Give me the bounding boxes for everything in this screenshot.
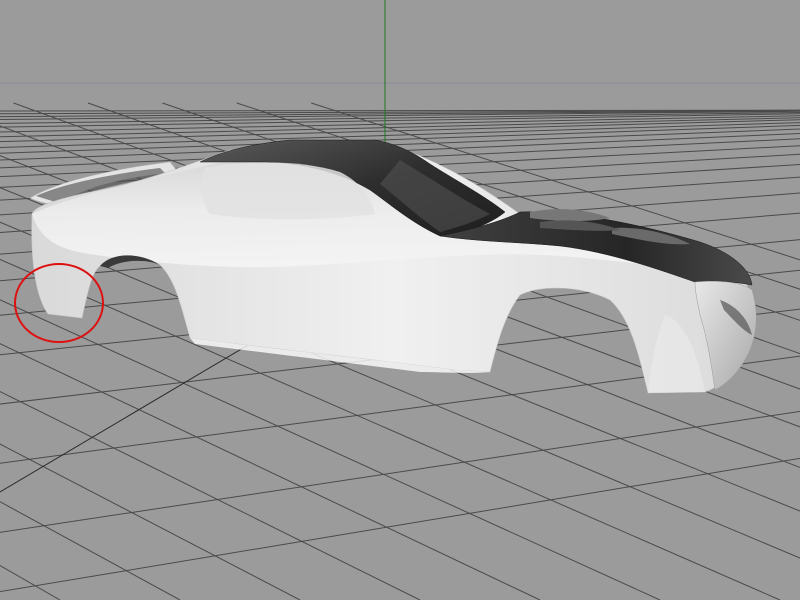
3d-modeling-viewport[interactable] [0, 0, 800, 600]
viewport-scene[interactable] [0, 0, 800, 600]
